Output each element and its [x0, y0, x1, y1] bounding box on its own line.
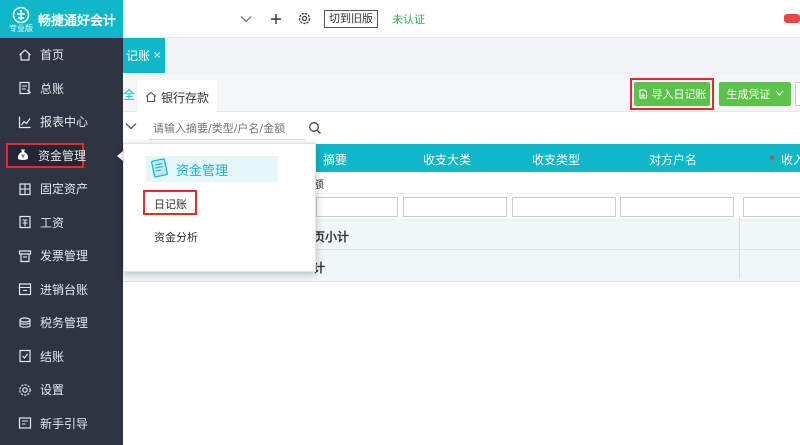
sidebar-nav: 首页 总账 报表中心 ¥ 资金管理 固定资产 工资 发票管理 进销台账 税务管理…	[0, 38, 123, 440]
svg-text:¥: ¥	[21, 154, 25, 161]
chevron-down-icon	[775, 89, 784, 99]
submenu-item-fund-analysis[interactable]: 资金分析	[154, 229, 198, 245]
settings-gear-icon[interactable]	[294, 9, 314, 29]
top-bar: 切到旧版 未认证	[123, 0, 800, 38]
chart-icon	[18, 115, 32, 129]
open-tabs-bar: 记账 ×	[123, 38, 800, 74]
column-type[interactable]: 收支类型	[532, 151, 580, 168]
column-summary[interactable]: 摘要	[323, 151, 347, 168]
sidebar-item-salary[interactable]: 工资	[0, 206, 123, 240]
sidebar-item-invoices[interactable]: 发票管理	[0, 239, 123, 273]
wallet-icon	[18, 215, 32, 229]
tab-journal[interactable]: 记账 ×	[123, 38, 165, 73]
sidebar-item-label: 首页	[40, 48, 65, 63]
tab-all[interactable]: 全	[123, 86, 135, 103]
import-label: 导入日记账	[651, 88, 707, 101]
generate-label: 生成凭证	[726, 88, 771, 101]
import-icon	[639, 89, 647, 99]
sidebar-item-label: 工资	[40, 215, 65, 230]
sidebar-item-label: 报表中心	[40, 115, 89, 130]
tab-bank-deposit[interactable]: 银行存款	[137, 80, 218, 112]
ledger-icon	[18, 81, 32, 95]
submenu-title: 资金管理	[176, 163, 229, 179]
sidebar-item-label: 资金管理	[38, 148, 87, 163]
funds-document-icon	[151, 158, 168, 178]
sidebar-item-tax[interactable]: 税务管理	[0, 306, 123, 340]
sidebar-item-home[interactable]: 首页	[0, 38, 123, 72]
column-counterparty[interactable]: 对方户名	[649, 151, 697, 168]
bank-icon	[145, 91, 157, 103]
invoice-icon	[18, 249, 32, 263]
filter-row	[123, 112, 800, 144]
column-category[interactable]: 收支大类	[423, 151, 471, 168]
submenu-item-journal[interactable]: 日记账	[154, 196, 187, 212]
gear-icon	[18, 383, 32, 397]
tab-label: 记账	[126, 49, 151, 63]
sidebar-item-guide[interactable]: 新手引导	[0, 407, 123, 441]
income-input[interactable]	[743, 197, 800, 217]
brand-header[interactable]: 专业版 畅捷通好会计	[0, 0, 123, 38]
home-icon	[18, 48, 32, 62]
sidebar-item-reports[interactable]: 报表中心	[0, 105, 123, 139]
tax-icon	[18, 316, 32, 330]
guide-icon	[18, 416, 32, 430]
import-highlight-box: 导入日记账	[630, 78, 714, 110]
add-icon[interactable]	[266, 9, 286, 29]
checkout-icon	[18, 349, 32, 363]
type-input[interactable]	[512, 197, 616, 217]
close-icon[interactable]: ×	[153, 50, 161, 61]
sidebar-item-label: 总账	[40, 81, 65, 96]
sidebar-item-inventory[interactable]: 进销台账	[0, 273, 123, 307]
company-select[interactable]	[123, 7, 258, 31]
sidebar-item-label: 发票管理	[40, 249, 89, 264]
subtotal-label: 页小计	[313, 230, 350, 244]
box-icon	[18, 282, 32, 296]
money-bag-icon: ¥	[16, 148, 30, 162]
sidebar-item-label: 税务管理	[40, 316, 89, 331]
funds-submenu: 资金管理 日记账 资金分析	[123, 143, 316, 272]
app-name: 畅捷通好会计	[38, 13, 117, 29]
sidebar: 专业版 畅捷通好会计 首页 总账 报表中心 ¥ 资金管理 固定资产 工资 发票管…	[0, 0, 123, 445]
sidebar-item-ledger[interactable]: 总账	[0, 72, 123, 106]
sidebar-item-label: 结账	[40, 349, 65, 364]
sidebar-item-label: 新手引导	[40, 416, 89, 431]
app-logo: 专业版	[6, 4, 36, 34]
notification-icon[interactable]	[780, 10, 800, 28]
search-icon[interactable]	[308, 121, 322, 135]
sidebar-item-settings[interactable]: 设置	[0, 373, 123, 407]
generate-voucher-button[interactable]: 生成凭证	[719, 82, 791, 106]
category-input[interactable]	[403, 197, 507, 217]
account-tabs: 全 银行存款 导入日记账 生成凭证	[123, 74, 800, 112]
chevron-down-icon	[240, 15, 252, 22]
sidebar-item-label: 设置	[40, 383, 65, 398]
import-journal-button[interactable]: 导入日记账	[634, 82, 710, 106]
sidebar-item-label: 进销台账	[40, 282, 89, 297]
switch-old-version-button[interactable]: 切到旧版	[324, 9, 378, 28]
sidebar-item-checkout[interactable]: 结账	[0, 340, 123, 374]
sidebar-item-fixed-assets[interactable]: 固定资产	[0, 172, 123, 206]
column-divider	[739, 216, 740, 278]
sidebar-item-funds[interactable]: ¥ 资金管理	[0, 139, 123, 173]
tab-label: 银行存款	[161, 90, 210, 105]
logo-icon	[12, 6, 30, 23]
counterparty-input[interactable]	[620, 197, 734, 217]
summary-input[interactable]	[316, 197, 398, 217]
submenu-header: 资金管理	[146, 156, 278, 182]
edition-label: 专业版	[9, 23, 33, 33]
filter-dropdown-icon[interactable]	[125, 120, 137, 135]
column-income[interactable]: 收入	[769, 151, 800, 168]
search-input[interactable]	[149, 118, 305, 140]
building-icon	[18, 182, 32, 196]
verification-status[interactable]: 未认证	[392, 11, 425, 27]
more-button[interactable]	[795, 82, 800, 106]
sidebar-item-label: 固定资产	[40, 182, 89, 197]
